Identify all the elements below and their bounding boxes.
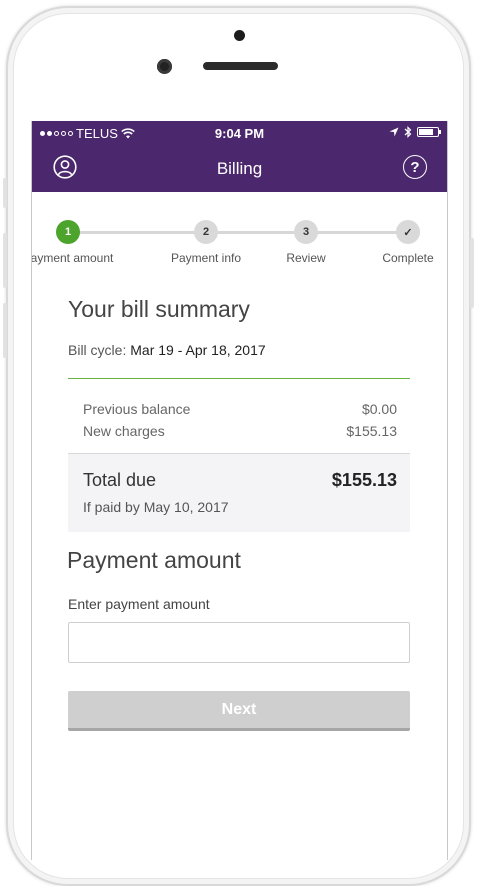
page-title: Billing: [216, 158, 263, 178]
step-label: Payment amount: [31, 251, 114, 265]
front-camera: [157, 59, 172, 74]
step-payment-info: 2 Payment info: [156, 220, 256, 265]
help-button[interactable]: ?: [403, 155, 427, 179]
nav-bar: Billing ?: [32, 145, 447, 192]
line-previous-balance: Previous balance $0.00: [83, 401, 397, 417]
bill-cycle-value: Mar 19 - Apr 18, 2017: [130, 342, 266, 358]
camera-dot: [234, 30, 245, 41]
bill-cycle-label: Bill cycle:: [68, 342, 127, 358]
line-value: $155.13: [346, 423, 397, 439]
line-value: $0.00: [361, 401, 397, 417]
step-label: Complete: [382, 251, 434, 265]
line-label: Previous balance: [83, 401, 191, 417]
charges-list: Previous balance $0.00 New charges $155.…: [68, 379, 410, 439]
location-arrow-icon: [389, 127, 399, 137]
total-value: $155.13: [331, 470, 397, 490]
step-label: Payment info: [170, 251, 242, 265]
step-label: Review: [286, 251, 326, 265]
summary-title: Your bill summary: [68, 296, 250, 322]
battery-icon: [417, 127, 441, 137]
total-row: Total due $155.13: [83, 470, 397, 491]
checkmark-icon: ✓: [396, 220, 420, 244]
payment-input-label: Enter payment amount: [68, 596, 210, 612]
screen: TELUS 9:04 PM Billing ? 1 Payment amount…: [31, 121, 448, 860]
line-new-charges: New charges $155.13: [83, 423, 397, 439]
step-number: 2: [194, 220, 218, 244]
earpiece-speaker: [203, 62, 278, 70]
step-payment-amount: 1 Payment amount: [31, 220, 118, 265]
profile-button[interactable]: [53, 155, 77, 179]
user-profile-icon: [53, 155, 77, 179]
line-label: New charges: [83, 423, 165, 439]
due-date-note: If paid by May 10, 2017: [83, 499, 229, 515]
bluetooth-icon: [404, 126, 412, 138]
payment-amount-title: Payment amount: [67, 547, 241, 573]
step-number: 1: [56, 220, 80, 244]
total-due-box: Total due $155.13 If paid by May 10, 201…: [68, 453, 410, 532]
power-button: [470, 238, 474, 308]
step-number: 3: [294, 220, 318, 244]
next-button[interactable]: Next: [68, 691, 410, 731]
total-label: Total due: [83, 470, 157, 490]
status-icons: [389, 126, 441, 138]
volume-down-button: [3, 303, 7, 358]
progress-stepper: 1 Payment amount 2 Payment info 3 Review…: [32, 220, 447, 296]
status-time: 9:04 PM: [214, 126, 265, 141]
app-header: TELUS 9:04 PM Billing ?: [32, 121, 447, 192]
volume-up-button: [3, 233, 7, 288]
bill-cycle: Bill cycle: Mar 19 - Apr 18, 2017: [68, 342, 410, 358]
main-content: Your bill summary Bill cycle: Mar 19 - A…: [32, 296, 447, 731]
step-complete: ✓ Complete: [358, 220, 447, 265]
mute-switch: [3, 178, 7, 208]
status-bar: TELUS 9:04 PM: [32, 121, 447, 145]
payment-amount-input[interactable]: [68, 622, 410, 663]
step-review: 3 Review: [256, 220, 356, 265]
help-icon: ?: [403, 155, 427, 179]
